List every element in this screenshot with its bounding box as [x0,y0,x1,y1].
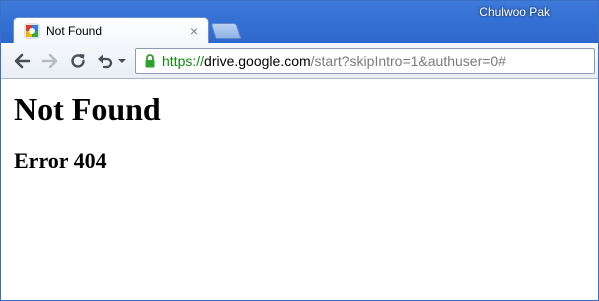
address-bar[interactable]: https://drive.google.com/start?skipIntro… [135,48,595,74]
history-dropdown[interactable] [115,51,129,71]
reload-button[interactable] [67,51,89,71]
google-favicon-icon [24,23,40,39]
dropdown-icon [118,59,126,63]
undo-icon [98,54,113,69]
forward-button[interactable] [39,51,61,71]
profile-name[interactable]: Chulwoo Pak [479,4,550,20]
page-heading: Not Found [14,91,161,127]
tab-not-found[interactable]: Not Found × [13,17,209,44]
back-icon [14,53,31,69]
forward-icon [41,53,58,69]
url-scheme: https:// [162,53,205,69]
error-code-heading: Error 404 [14,148,107,173]
back-button[interactable] [11,51,33,71]
close-tab-icon[interactable]: × [186,23,202,39]
undo-button[interactable] [94,51,116,71]
toolbar: https://drive.google.com/start?skipIntro… [1,43,598,79]
url-host: drive.google.com [204,53,311,69]
lock-icon[interactable] [142,53,158,69]
tab-title: Not Found [46,24,103,38]
browser-window: Chulwoo Pak Not Found × https:// drive.g… [0,0,599,301]
tab-strip: Chulwoo Pak Not Found × [1,1,598,44]
page-content: Not Found Error 404 [1,80,598,300]
reload-icon [71,54,85,68]
new-tab-button[interactable] [210,23,242,39]
url-path: /start?skipIntro=1&authuser=0# [310,53,506,69]
